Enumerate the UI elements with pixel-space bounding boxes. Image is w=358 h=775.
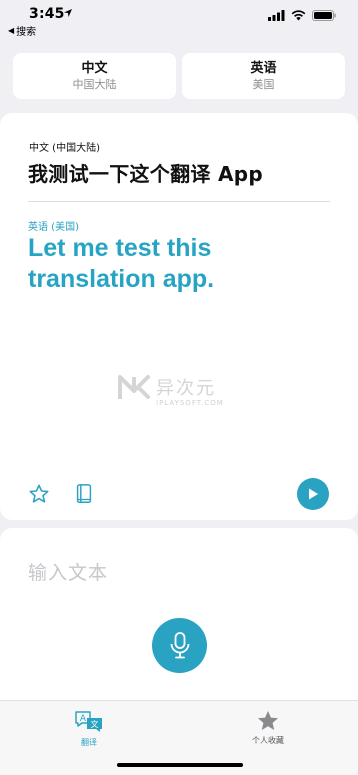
microphone-icon: [170, 631, 189, 658]
source-text-label: 中文 (中国大陆): [29, 143, 100, 154]
tab-translate-label: 翻译: [81, 738, 97, 747]
wifi-icon: [291, 10, 306, 21]
target-language-button[interactable]: 英语 美国: [182, 53, 345, 99]
battery-icon: [312, 10, 336, 21]
target-language-name: 英语: [250, 60, 277, 76]
status-indicators: [268, 10, 336, 21]
watermark: 异次元 IPLAYSOFT.COM: [118, 371, 248, 417]
back-arrow-icon: ◀: [8, 26, 15, 35]
source-language-button[interactable]: 中文 中国大陆: [13, 53, 176, 99]
tab-favorites-label: 个人收藏: [252, 736, 284, 745]
svg-text:文: 文: [91, 719, 99, 729]
back-to-search-link[interactable]: ◀ 搜索: [8, 23, 36, 38]
divider: [28, 201, 330, 202]
tab-translate[interactable]: A 文 翻译: [49, 710, 129, 748]
translated-text: Let me test this translation app.: [28, 234, 215, 293]
tab-bar: A 文 翻译 个人收藏: [0, 700, 358, 775]
language-selector: 中文 中国大陆 英语 美国: [13, 53, 345, 99]
source-language-region: 中国大陆: [72, 77, 117, 91]
watermark-title: 异次元: [156, 378, 216, 399]
watermark-logo-icon: [118, 375, 150, 399]
back-label: 搜索: [16, 27, 37, 38]
home-indicator: [117, 763, 243, 767]
translated-text-label: 英语 (美国): [28, 222, 79, 233]
translation-card: 中文 (中国大陆) 我测试一下这个翻译 App 英语 (美国) Let me t…: [0, 113, 358, 520]
play-audio-button[interactable]: [297, 478, 329, 510]
svg-text:A: A: [80, 714, 87, 724]
location-arrow-icon: [64, 9, 72, 17]
status-bar: 3:45 ◀ 搜索: [0, 0, 358, 38]
signal-icon: [268, 10, 285, 21]
star-icon: [258, 711, 278, 730]
favorite-star-button[interactable]: [28, 483, 50, 505]
watermark-subtitle: IPLAYSOFT.COM: [156, 399, 224, 407]
microphone-button[interactable]: [152, 618, 207, 673]
status-time: 3:45: [29, 6, 65, 22]
tab-favorites[interactable]: 个人收藏: [228, 710, 308, 746]
dictionary-book-button[interactable]: [74, 483, 94, 505]
target-language-region: 美国: [252, 77, 275, 91]
text-input-placeholder[interactable]: 输入文本: [28, 558, 108, 585]
play-icon: [309, 488, 318, 500]
translate-icon: A 文: [75, 711, 102, 732]
source-language-name: 中文: [81, 60, 108, 76]
source-text: 我测试一下这个翻译 App: [28, 162, 263, 186]
input-card: 输入文本: [0, 528, 358, 710]
